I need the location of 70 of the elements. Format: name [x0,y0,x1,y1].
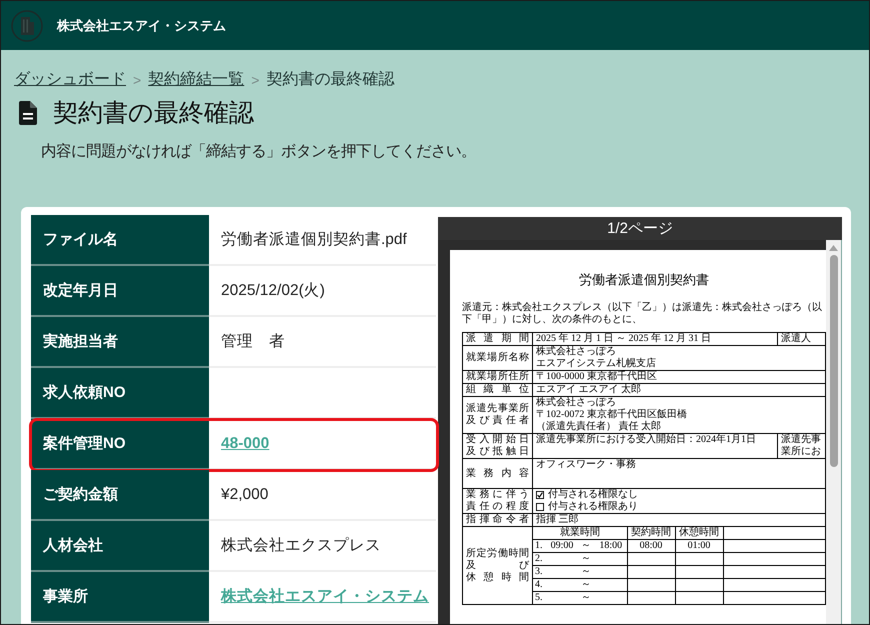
field-value: ¥2,000 [209,470,436,521]
form-label: 組織単位 [462,384,532,396]
column-header: 契約時間 [627,527,675,540]
document-text: 派遣元：株式会社エクスプレス（以下「乙」）は派遣先：株式会社さっぽろ（以下「甲」）に対し、次の条件のもとに、 [462,302,823,326]
table-cell: ～ [577,566,595,578]
table-cell: 01:00 [675,540,723,552]
table-cell: 09:00 [547,540,577,552]
document-icon [19,101,37,125]
table-cell: 1. [533,540,547,552]
field-label: ファイル名 [31,215,209,266]
form-text: 付与される権限あり [548,501,638,513]
field-label: 実施担当者 [31,317,209,368]
scrollbar-thumb[interactable] [830,255,838,467]
form-label: 就業場所住所 [462,370,532,384]
instruction-text: 内容に問題がなければ「締結する」ボタンを押下してください。 [41,142,477,162]
scrollbar[interactable] [826,240,841,624]
field-value: 管理 者 [209,317,436,368]
form-text: エスアイシステム札幌支店 [536,358,657,370]
field-label: ご契約金額 [31,470,209,521]
form-text: 〒100-0000 東京都千代田区 [536,371,658,383]
table-cell: 3. [533,566,547,578]
breadcrumb-link[interactable]: 契約締結一覧 [148,69,244,91]
table-cell: ～ [577,540,595,552]
field-label: 人材会社 [31,521,209,572]
breadcrumb-link[interactable]: ダッシュボード [14,69,126,91]
column-header: 就業時間 [533,527,627,540]
form-text: （派遣先責任者） 責任 太郎 [536,421,662,433]
table-cell: 18:00 [595,540,627,552]
field-label: 案件管理NO [31,419,209,470]
table-cell: 08:00 [627,540,675,552]
form-text: 派遣先事業所における受入開始日：2024年1月1日 [536,434,757,446]
form-label: 業務に伴う 責任の程度 [462,488,532,514]
form-text: 株式会社さっぽろ [536,346,616,358]
form-text: エスアイ エスアイ 太郎 [536,384,642,396]
field-value: 労働者派遣個別契約書.pdf [209,215,436,266]
table-cell: 4. [533,578,547,592]
field-value: 株式会社エクスプレス [209,521,436,572]
page-title: 契約書の最終確認 [53,98,254,128]
form-label: 派遣期間 [462,332,532,346]
form-text: オフィスワーク・事務 [536,459,637,471]
table-cell: 2. [533,552,547,566]
company-name: 株式会社エスアイ・システム [57,16,226,34]
breadcrumb-separator: > [133,71,142,90]
form-label: 指揮命令者 [462,514,532,526]
form-text: 指揮 三郎 [536,514,580,526]
breadcrumb-separator: > [251,71,260,90]
form-text: 2025 年 12 月 1 日 ～ 2025 年 12 月 31 日 [536,333,712,345]
form-label: 就業場所名称 [462,346,532,370]
page-indicator: 1/2ページ [438,217,842,240]
form-label: 派遣先事業所 及び責任者 [462,396,532,434]
table-cell: ～ [577,578,595,592]
document-title: 労働者派遣個別契約書 [578,272,710,288]
form-text: 〒102-0072 東京都千代田区飯田橋 [536,409,688,420]
form-label: 受入開始日 及び抵触日 [462,434,532,458]
field-label: 事業所 [31,572,209,623]
form-text: 付与される権限なし [548,489,638,500]
form-text: 株式会社さっぽろ [536,397,617,408]
breadcrumb-current: 契約書の最終確認 [266,70,394,90]
table-cell: 5. [533,592,547,604]
column-header: 休憩時間 [675,527,723,540]
table-cell: ～ [577,592,595,604]
form-label: 派遣人 [778,332,826,346]
field-label: 求人依頼NO [31,368,209,419]
form-label: 業務内容 [462,458,532,488]
table-cell: ～ [577,552,595,566]
field-value: 2025/12/02(火) [209,266,436,317]
scroll-up-arrow-icon[interactable] [829,245,838,251]
field-label: 改定年月日 [31,266,209,317]
form-label: 所定労働時間 及び 休憩時間 [462,526,532,604]
building-icon [11,10,43,42]
